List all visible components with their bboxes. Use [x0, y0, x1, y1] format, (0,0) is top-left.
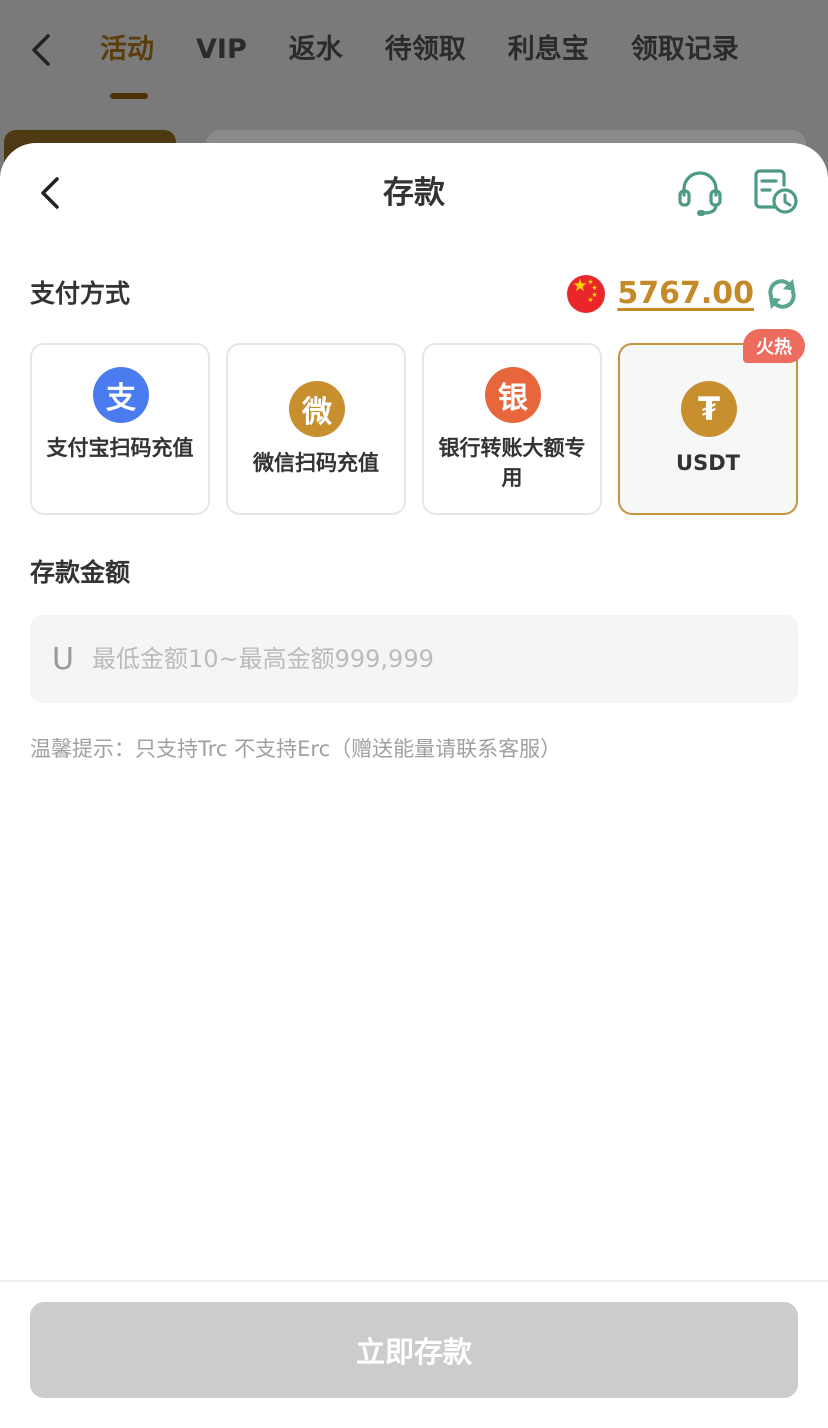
bank-icon: 银 — [485, 367, 541, 423]
refresh-icon[interactable] — [764, 276, 800, 312]
background-back-icon[interactable] — [28, 30, 54, 70]
payment-method-label: 支付方式 — [30, 279, 131, 308]
tab-interest-treasure[interactable]: 利息宝 — [508, 30, 589, 70]
payment-method-list: 支 支付宝扫码充值 微 微信扫码充值 银 银行转账大额专用 ₮ USDT 火热 — [30, 329, 805, 515]
wechat-icon: 微 — [289, 381, 345, 437]
balance-amount[interactable]: 5767.00 — [617, 274, 754, 314]
background-nav-bar: 活动 VIP 返水 待领取 利息宝 领取记录 — [0, 0, 828, 110]
sheet-header: 存款 — [0, 143, 828, 243]
tab-rebate[interactable]: 返水 — [289, 30, 343, 70]
method-wechat-label: 微信扫码充值 — [253, 451, 379, 475]
china-flag-icon: ★ ★ ★ ★ ★ — [567, 275, 606, 313]
alipay-icon: 支 — [93, 367, 149, 423]
amount-field[interactable]: U — [30, 615, 798, 703]
tab-claim-records[interactable]: 领取记录 — [631, 30, 739, 70]
usdt-icon: ₮ — [681, 381, 737, 437]
warm-tip: 温馨提示：只支持Trc 不支持Erc（赠送能量请联系客服） — [30, 737, 562, 761]
method-wechat[interactable]: 微 微信扫码充值 — [226, 343, 406, 515]
hot-badge: 火热 — [743, 329, 805, 363]
method-alipay-label: 支付宝扫码充值 — [46, 436, 194, 460]
deposit-amount-label: 存款金额 — [30, 558, 131, 587]
method-alipay[interactable]: 支 支付宝扫码充值 — [30, 343, 210, 515]
method-usdt[interactable]: ₮ USDT 火热 — [618, 329, 805, 515]
tab-vip[interactable]: VIP — [196, 30, 247, 70]
method-bank-label: 银行转账大额专用 — [438, 436, 586, 490]
tab-pending-claim[interactable]: 待领取 — [385, 30, 466, 70]
deposit-history-icon[interactable] — [750, 165, 800, 217]
deposit-now-button[interactable]: 立即存款 — [30, 1302, 798, 1398]
balance-display: ★ ★ ★ ★ ★ 5767.00 — [567, 272, 800, 316]
customer-service-icon[interactable] — [676, 167, 724, 219]
currency-prefix: U — [52, 641, 74, 677]
method-bank-transfer[interactable]: 银 银行转账大额专用 — [422, 343, 602, 515]
active-tab-indicator — [110, 93, 148, 99]
footer-divider — [0, 1280, 828, 1282]
amount-input[interactable] — [91, 645, 732, 673]
deposit-sheet: 存款 支付方式 ★ ★ ★ ★ ★ 5767.00 支 支付宝扫码充值 微 微信… — [0, 143, 828, 1428]
method-usdt-label: USDT — [676, 451, 740, 475]
background-tab-bar: 活动 VIP 返水 待领取 利息宝 领取记录 — [100, 30, 781, 70]
tab-activity[interactable]: 活动 — [100, 30, 154, 70]
